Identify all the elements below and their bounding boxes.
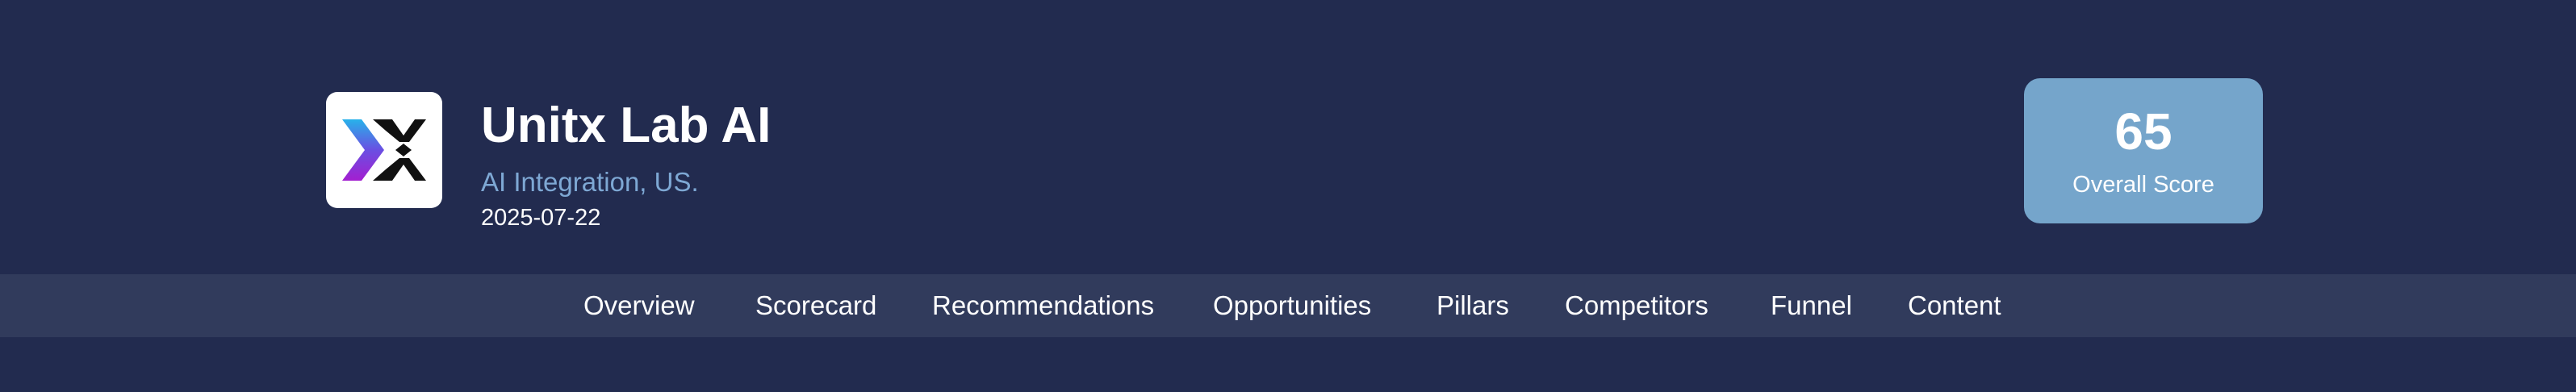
company-sector: AI Integration, US.: [481, 167, 699, 197]
report-date: 2025-07-22: [481, 205, 601, 231]
nav-item-overview[interactable]: Overview: [583, 274, 695, 337]
company-logo: [326, 92, 442, 208]
report-page: Unitx Lab AI AI Integration, US. 2025-07…: [0, 0, 2576, 392]
report-header: Unitx Lab AI AI Integration, US. 2025-07…: [0, 0, 2576, 274]
section-nav-bar: Overview Scorecard Recommendations Oppor…: [0, 274, 2576, 337]
overall-score-value: 65: [2114, 102, 2172, 161]
overall-score-label: Overall Score: [2072, 172, 2214, 198]
overall-score-card: 65 Overall Score: [2024, 78, 2263, 223]
nav-item-content[interactable]: Content: [1908, 274, 2001, 337]
nav-item-pillars[interactable]: Pillars: [1436, 274, 1509, 337]
nav-item-funnel[interactable]: Funnel: [1771, 274, 1852, 337]
nav-item-recommendations[interactable]: Recommendations: [932, 274, 1154, 337]
nav-item-competitors[interactable]: Competitors: [1565, 274, 1708, 337]
unitx-logo-icon: [342, 119, 426, 181]
company-name: Unitx Lab AI: [481, 98, 772, 153]
nav-item-opportunities[interactable]: Opportunities: [1213, 274, 1371, 337]
nav-item-scorecard[interactable]: Scorecard: [755, 274, 876, 337]
